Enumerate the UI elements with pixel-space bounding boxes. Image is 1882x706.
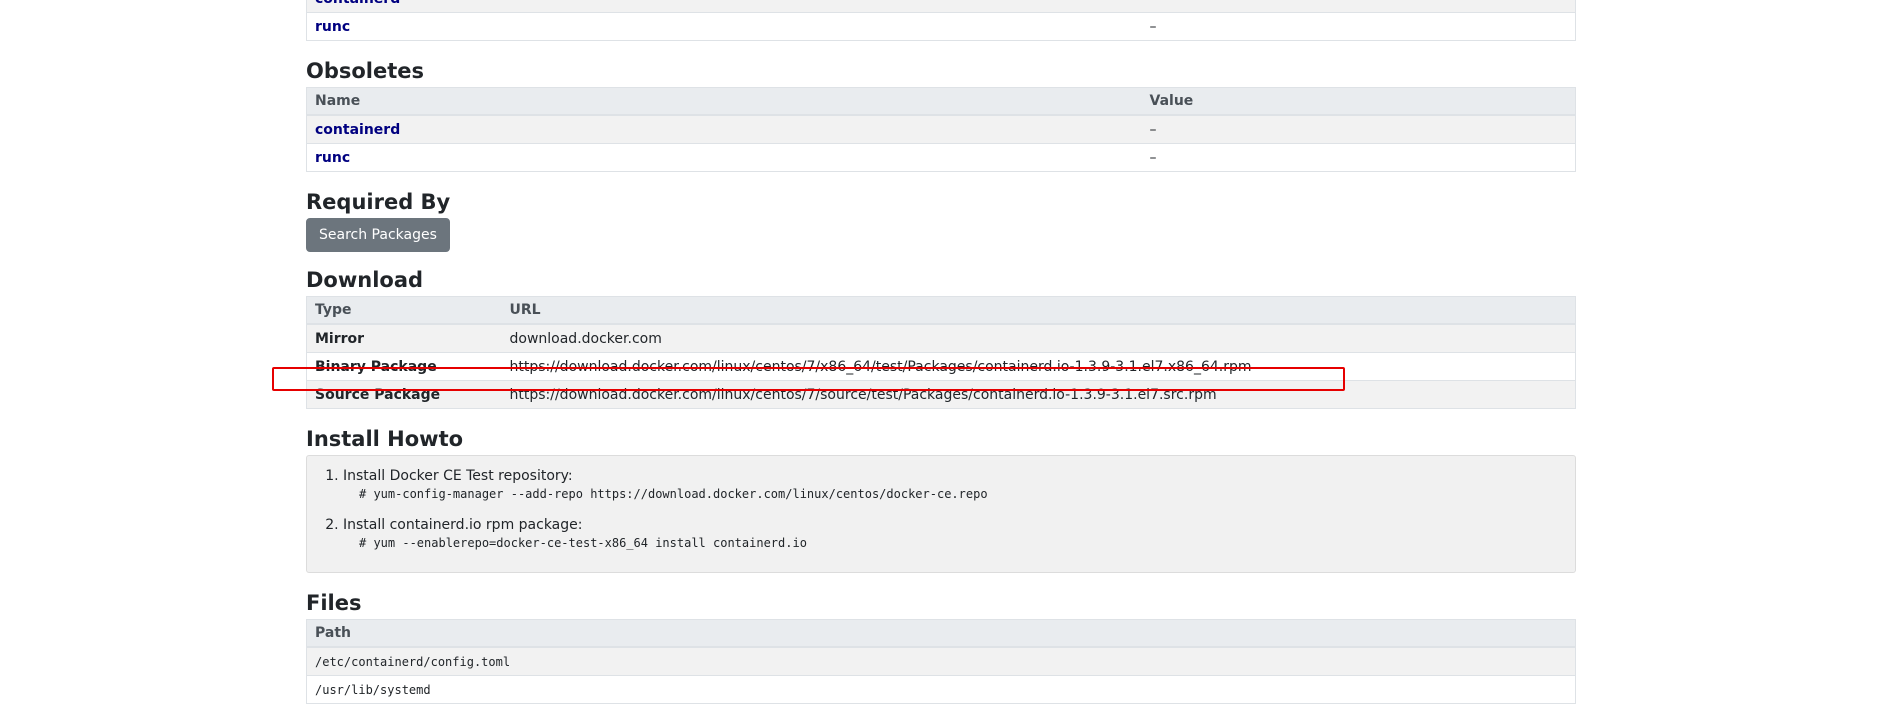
table-row: containerd –	[306, 114, 1576, 144]
package-link-runc[interactable]: runc	[315, 150, 350, 166]
download-type: Mirror	[306, 323, 502, 353]
column-header-type: Type	[306, 296, 502, 325]
file-path: /etc/containerd/config.toml	[306, 646, 1576, 676]
package-link-containerd[interactable]: containerd	[315, 0, 400, 7]
howto-command: # yum-config-manager --add-repo https://…	[359, 487, 988, 501]
download-heading: Download	[306, 268, 424, 292]
table-row: /etc/containerd/config.toml	[306, 646, 1576, 676]
download-url[interactable]: download.docker.com	[501, 323, 1576, 353]
provides-table: containerd runc –	[306, 0, 1576, 41]
column-header-url: URL	[501, 296, 1576, 325]
obsoletes-table: Name Value containerd – runc –	[306, 87, 1576, 172]
table-row: Binary Package https://download.docker.c…	[306, 352, 1576, 381]
howto-command: # yum --enablerepo=docker-ce-test-x86_64…	[359, 536, 807, 550]
install-howto-heading: Install Howto	[306, 427, 464, 451]
file-path: /usr/lib/systemd	[306, 675, 1576, 704]
column-header-name: Name	[306, 87, 1142, 116]
table-row: runc –	[306, 143, 1576, 172]
package-link-runc[interactable]: runc	[315, 19, 350, 35]
howto-step: Install Docker CE Test repository: # yum…	[343, 466, 1563, 503]
table-row: containerd	[306, 0, 1576, 13]
package-link-containerd[interactable]: containerd	[315, 122, 400, 138]
column-header-path: Path	[306, 619, 1576, 648]
table-row: Source Package https://download.docker.c…	[306, 380, 1576, 409]
howto-step: Install containerd.io rpm package: # yum…	[343, 515, 1563, 552]
package-page: containerd runc – Obsoletes Name Value c…	[306, 0, 1576, 704]
download-type: Binary Package	[306, 352, 502, 381]
download-url[interactable]: https://download.docker.com/linux/centos…	[501, 380, 1576, 409]
download-table: Type URL Mirror download.docker.com Bina…	[306, 296, 1576, 409]
files-table: Path /etc/containerd/config.toml /usr/li…	[306, 619, 1576, 704]
download-type: Source Package	[306, 380, 502, 409]
files-heading: Files	[306, 591, 362, 615]
download-url[interactable]: https://download.docker.com/linux/centos…	[501, 352, 1576, 381]
search-packages-button[interactable]: Search Packages	[306, 218, 450, 252]
required-by-heading: Required By	[306, 190, 451, 214]
table-row: runc –	[306, 12, 1576, 41]
install-howto-box: Install Docker CE Test repository: # yum…	[306, 455, 1576, 573]
table-row: /usr/lib/systemd	[306, 675, 1576, 704]
table-row: Mirror download.docker.com	[306, 323, 1576, 353]
column-header-value: Value	[1141, 87, 1576, 116]
obsoletes-heading: Obsoletes	[306, 59, 425, 83]
